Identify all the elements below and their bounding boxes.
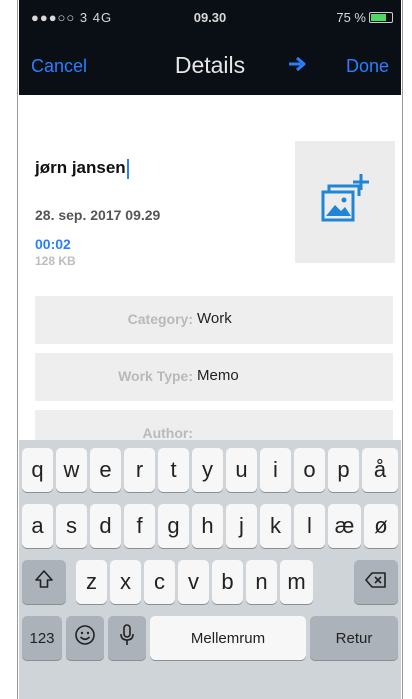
category-label: Category: xyxy=(127,311,193,327)
key-y[interactable]: y xyxy=(192,448,223,492)
key-r[interactable]: r xyxy=(124,448,155,492)
work-type-label: Work Type: xyxy=(118,368,193,384)
text-cursor xyxy=(126,158,129,179)
add-photo-button[interactable] xyxy=(295,141,395,263)
key-v[interactable]: v xyxy=(178,560,209,604)
key-q[interactable]: q xyxy=(22,448,53,492)
keyboard-row-4: 123 Mellemrum Retur xyxy=(19,616,401,660)
key-j[interactable]: j xyxy=(226,504,257,548)
page-title: Details xyxy=(174,52,246,78)
return-key[interactable]: Retur xyxy=(310,616,398,660)
emoji-key[interactable] xyxy=(66,616,104,660)
key-c[interactable]: c xyxy=(144,560,175,604)
key-f[interactable]: f xyxy=(124,504,155,548)
key-k[interactable]: k xyxy=(260,504,291,548)
key-m[interactable]: m xyxy=(280,560,313,604)
recording-name-field[interactable]: jørn jansen xyxy=(35,158,129,179)
keyboard-row-2: a s d f g h j k l æ ø xyxy=(19,504,401,548)
add-photo-icon xyxy=(317,172,373,233)
key-aa[interactable]: å xyxy=(362,448,398,492)
key-a[interactable]: a xyxy=(22,504,53,548)
key-g[interactable]: g xyxy=(158,504,189,548)
photo-frame: ●●●○○ 3 4G 09.30 75 % Cancel Details Don… xyxy=(0,0,412,699)
key-i[interactable]: i xyxy=(260,448,291,492)
status-bar: ●●●○○ 3 4G 09.30 75 % xyxy=(19,10,401,30)
key-b[interactable]: b xyxy=(212,560,243,604)
battery-fill xyxy=(371,14,386,21)
key-u[interactable]: u xyxy=(226,448,257,492)
key-z[interactable]: z xyxy=(76,560,107,604)
key-h[interactable]: h xyxy=(192,504,223,548)
work-type-value: Memo xyxy=(197,367,239,384)
shift-key[interactable] xyxy=(22,560,66,604)
key-oe[interactable]: ø xyxy=(364,504,398,548)
key-p[interactable]: p xyxy=(328,448,359,492)
space-key[interactable]: Mellemrum xyxy=(150,616,306,660)
numbers-key[interactable]: 123 xyxy=(22,616,62,660)
keyboard-row-1: q w e r t y u i o p å xyxy=(19,448,401,492)
key-s[interactable]: s xyxy=(56,504,87,548)
backspace-key[interactable] xyxy=(354,560,398,604)
forward-arrow-icon[interactable] xyxy=(287,54,309,80)
key-d[interactable]: d xyxy=(90,504,121,548)
author-label: Author: xyxy=(142,425,193,441)
key-w[interactable]: w xyxy=(56,448,87,492)
frame-left-border xyxy=(0,0,18,699)
battery-indicator: 75 % xyxy=(336,10,393,25)
microphone-icon xyxy=(119,624,135,652)
done-button[interactable]: Done xyxy=(346,56,389,77)
work-type-field[interactable]: Work Type: Memo xyxy=(35,353,393,401)
keyboard: q w e r t y u i o p å a s d f g h j k l … xyxy=(19,440,401,699)
frame-right-border xyxy=(402,0,412,699)
recording-size: 128 KB xyxy=(35,254,76,268)
dictation-key[interactable] xyxy=(108,616,146,660)
key-o[interactable]: o xyxy=(294,448,325,492)
recording-duration: 00:02 xyxy=(35,236,71,252)
recording-date: 28. sep. 2017 09.29 xyxy=(35,207,161,223)
key-x[interactable]: x xyxy=(110,560,141,604)
key-e[interactable]: e xyxy=(90,448,121,492)
battery-icon xyxy=(369,12,393,23)
recording-name: jørn jansen xyxy=(35,158,126,177)
category-field[interactable]: Category: Work xyxy=(35,296,393,344)
nav-bar: Cancel Details Done xyxy=(19,52,401,82)
backspace-icon xyxy=(364,569,388,595)
shift-icon xyxy=(34,569,54,595)
key-t[interactable]: t xyxy=(158,448,189,492)
key-l[interactable]: l xyxy=(294,504,325,548)
emoji-icon xyxy=(74,624,96,652)
keyboard-row-3: z x c v b n m xyxy=(19,560,401,604)
key-ae[interactable]: æ xyxy=(328,504,361,548)
top-bar: ●●●○○ 3 4G 09.30 75 % Cancel Details Don… xyxy=(19,0,401,95)
phone-screen: ●●●○○ 3 4G 09.30 75 % Cancel Details Don… xyxy=(19,0,401,699)
battery-percent: 75 % xyxy=(336,10,366,25)
key-n[interactable]: n xyxy=(246,560,277,604)
category-value: Work xyxy=(197,310,232,327)
